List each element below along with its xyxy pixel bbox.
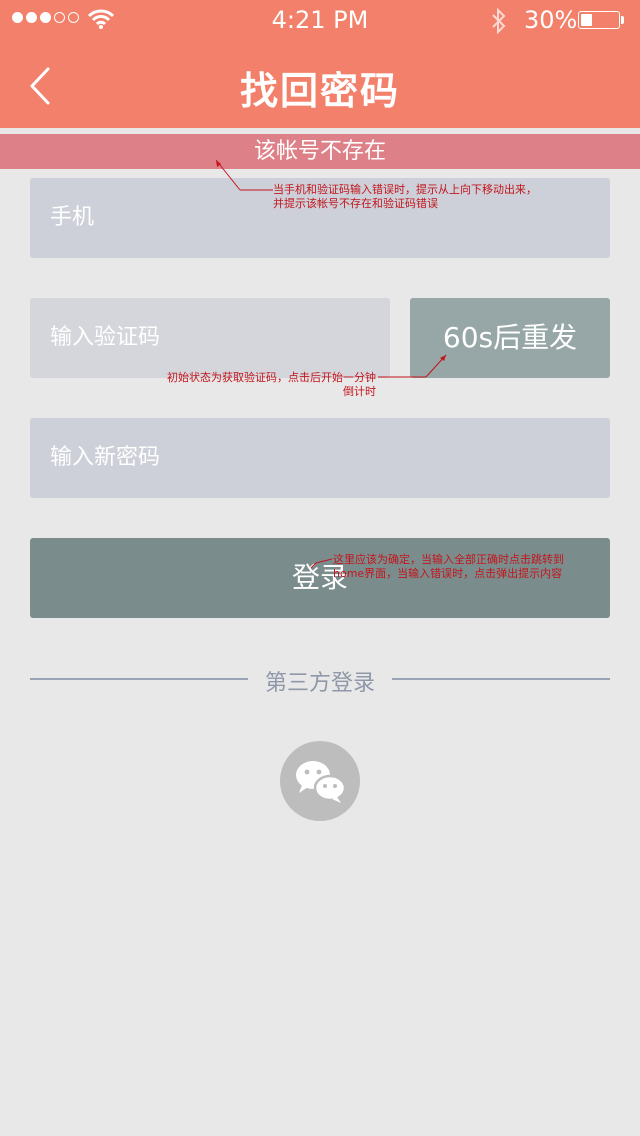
battery-icon [578, 11, 620, 29]
navigation-bar: 找回密码 [0, 40, 640, 128]
page-title: 找回密码 [239, 69, 400, 113]
error-banner: 该帐号不存在 [0, 134, 640, 169]
divider-right [392, 678, 610, 680]
third-party-login-label: 第三方登录 [264, 671, 375, 696]
bluetooth-icon [492, 8, 506, 34]
wechat-login-button[interactable] [280, 741, 360, 821]
annotation-error-note: 当手机和验证码输入错误时，提示从上向下移动出来，并提示该帐号不存在和验证码错误 [273, 183, 537, 210]
resend-code-button[interactable]: 60s后重发 [410, 298, 610, 378]
divider-left [30, 678, 248, 680]
wechat-icon [296, 761, 347, 803]
new-password-input[interactable]: 输入新密码 [30, 418, 610, 498]
annotation-code-note: 初始状态为获取验证码，点击后开始一分钟倒计时 [167, 371, 376, 398]
verification-code-input[interactable]: 输入验证码 [30, 298, 390, 378]
annotation-submit-note: 这里应该为确定，当输入全部正确时点击跳转到home界面，当输入错误时，点击弹出提… [333, 553, 564, 580]
battery-percent: 30% [524, 6, 578, 34]
status-bar: 4:21 PM 30% [0, 0, 640, 40]
